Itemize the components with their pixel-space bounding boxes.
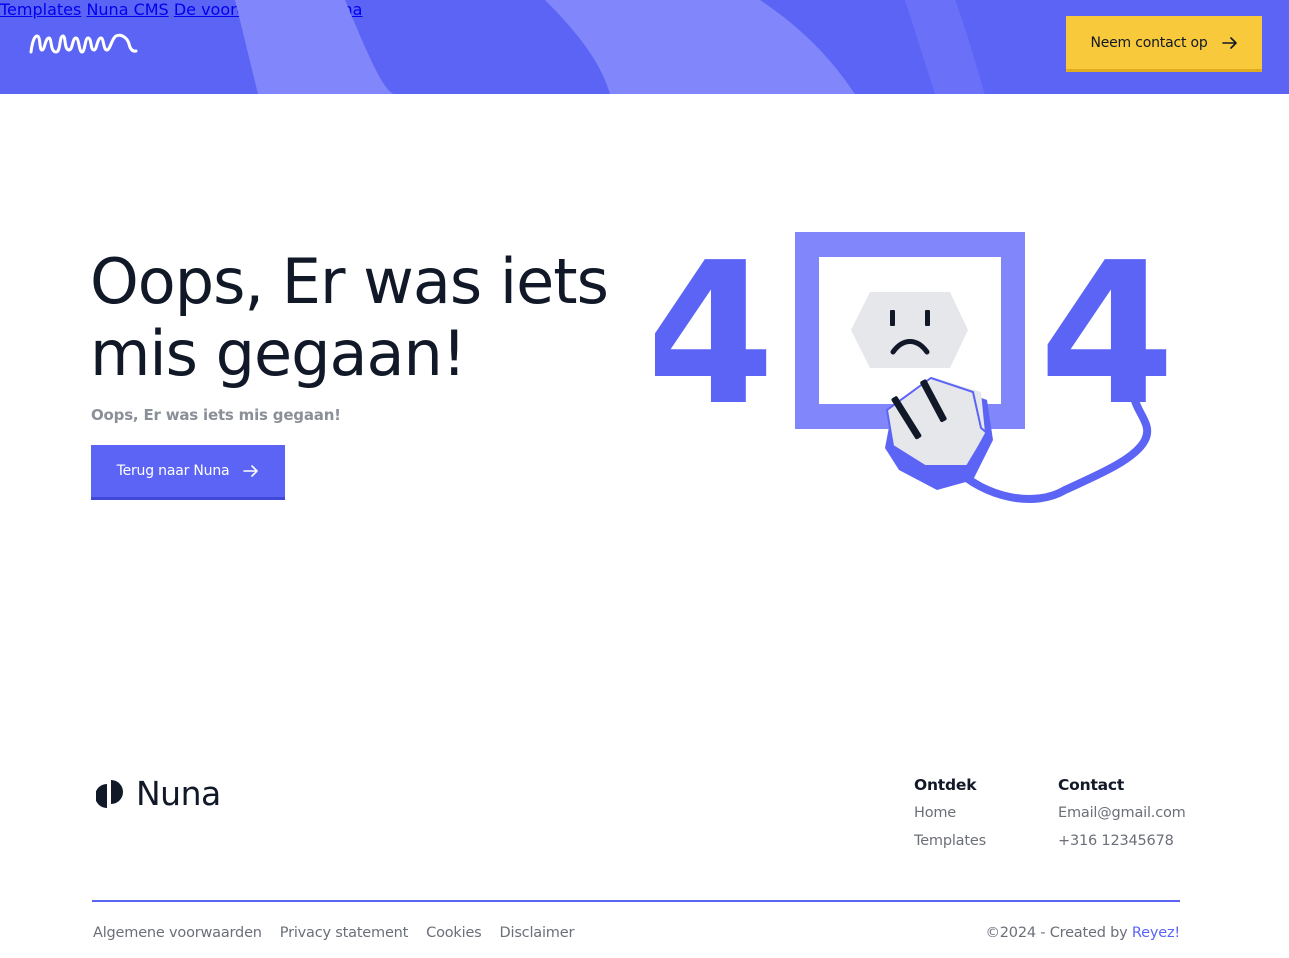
footer-link-home[interactable]: Home <box>914 805 986 821</box>
nuna-logo[interactable] <box>28 26 140 60</box>
nuna-mark-icon <box>96 779 123 808</box>
footer-column-ontdek: Ontdek Home Templates <box>914 776 986 861</box>
digit-four-right: 4 <box>1039 228 1175 449</box>
footer-column-title: Ontdek <box>914 776 977 794</box>
back-to-nuna-button[interactable]: Terug naar Nuna <box>91 445 285 500</box>
404-illustration: 4 4 <box>655 228 1175 503</box>
copyright: ©2024 - Created by Reyez! <box>985 925 1180 941</box>
footer-column-contact: Contact Email@gmail.com +316 12345678 <box>1058 776 1186 861</box>
footer-brand-name: Nuna <box>136 774 221 813</box>
legal-link-privacy[interactable]: Privacy statement <box>280 925 409 941</box>
sad-socket-icon <box>851 292 968 368</box>
page-subtitle: Oops, Er was iets mis gegaan! <box>91 406 341 424</box>
page-title: Oops, Er was iets mis gegaan! <box>90 245 609 390</box>
arrow-right-icon <box>1221 36 1237 49</box>
arrow-right-icon <box>243 465 259 477</box>
legal-link-cookies[interactable]: Cookies <box>426 925 482 941</box>
footer-link-templates[interactable]: Templates <box>914 833 986 849</box>
footer-divider <box>92 900 1180 902</box>
site-header: Templates Nuna CMS De voordelen van Nuna… <box>0 0 1289 94</box>
contact-button-label: Neem contact op <box>1090 34 1208 51</box>
back-button-label: Terug naar Nuna <box>116 463 230 479</box>
contact-button[interactable]: Neem contact op <box>1066 16 1262 72</box>
footer-column-title: Contact <box>1058 776 1125 794</box>
creator-link[interactable]: Reyez! <box>1132 925 1180 941</box>
footer-logo[interactable]: Nuna <box>96 774 221 813</box>
footer-legal-links: Algemene voorwaarden Privacy statement C… <box>93 925 574 941</box>
footer-link-phone[interactable]: +316 12345678 <box>1058 833 1186 849</box>
copyright-text: ©2024 - Created by <box>985 925 1132 941</box>
legal-link-voorwaarden[interactable]: Algemene voorwaarden <box>93 925 262 941</box>
legal-link-disclaimer[interactable]: Disclaimer <box>500 925 575 941</box>
digit-four-left: 4 <box>655 228 775 449</box>
footer-link-email[interactable]: Email@gmail.com <box>1058 805 1186 821</box>
